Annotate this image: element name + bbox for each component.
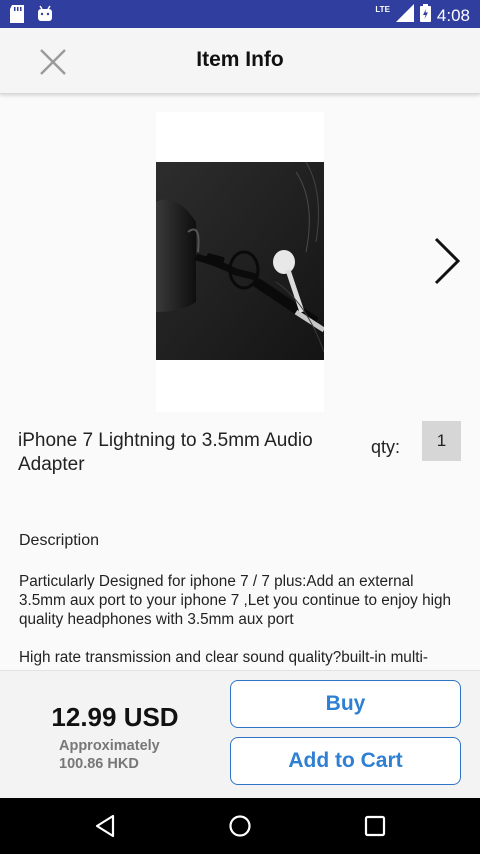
android-icon bbox=[36, 5, 54, 28]
back-icon bbox=[95, 814, 115, 838]
home-icon bbox=[229, 815, 251, 837]
toolbar: Item Info bbox=[0, 28, 480, 94]
status-bar: LTE 4:08 bbox=[0, 0, 480, 28]
network-type: LTE bbox=[375, 5, 390, 14]
approx-price: Approximately 100.86 HKD bbox=[59, 737, 160, 773]
navigation-bar bbox=[0, 798, 480, 854]
signal-icon bbox=[395, 4, 414, 27]
page-title: Item Info bbox=[196, 48, 284, 71]
purchase-bar: 12.99 USD Approximately 100.86 HKD Buy A… bbox=[0, 670, 480, 798]
sd-card-icon bbox=[10, 5, 24, 28]
description-body: Particularly Designed for iphone 7 / 7 p… bbox=[19, 572, 461, 686]
product-name: iPhone 7 Lightning to 3.5mm Audio Adapte… bbox=[18, 430, 313, 475]
item-info-screen: Item Info iPhone 7 Lightning to 3.5mm Au… bbox=[0, 28, 480, 798]
price: 12.99 USD bbox=[51, 702, 179, 732]
product-photo bbox=[156, 162, 324, 360]
description-paragraph: High rate transmission and clear sound q… bbox=[19, 649, 428, 666]
qty-input[interactable]: 1 bbox=[422, 421, 461, 461]
add-to-cart-button[interactable]: Add to Cart bbox=[230, 737, 461, 785]
approx-value: 100.86 HKD bbox=[59, 756, 139, 772]
recents-button[interactable] bbox=[358, 810, 392, 842]
approx-label: Approximately bbox=[59, 738, 160, 754]
battery-icon bbox=[419, 4, 431, 27]
buy-button[interactable]: Buy bbox=[230, 680, 461, 728]
chevron-right-icon bbox=[434, 237, 461, 285]
product-image-frame[interactable] bbox=[156, 112, 324, 412]
description-paragraph: Particularly Designed for iphone 7 / 7 p… bbox=[19, 573, 451, 628]
description-heading: Description bbox=[19, 532, 100, 549]
status-time: 4:08 bbox=[436, 5, 470, 25]
recents-icon bbox=[364, 815, 386, 837]
qty-label: qty: bbox=[371, 437, 401, 457]
home-button[interactable] bbox=[223, 810, 257, 842]
next-image-button[interactable] bbox=[424, 228, 470, 294]
back-button[interactable] bbox=[88, 810, 122, 842]
